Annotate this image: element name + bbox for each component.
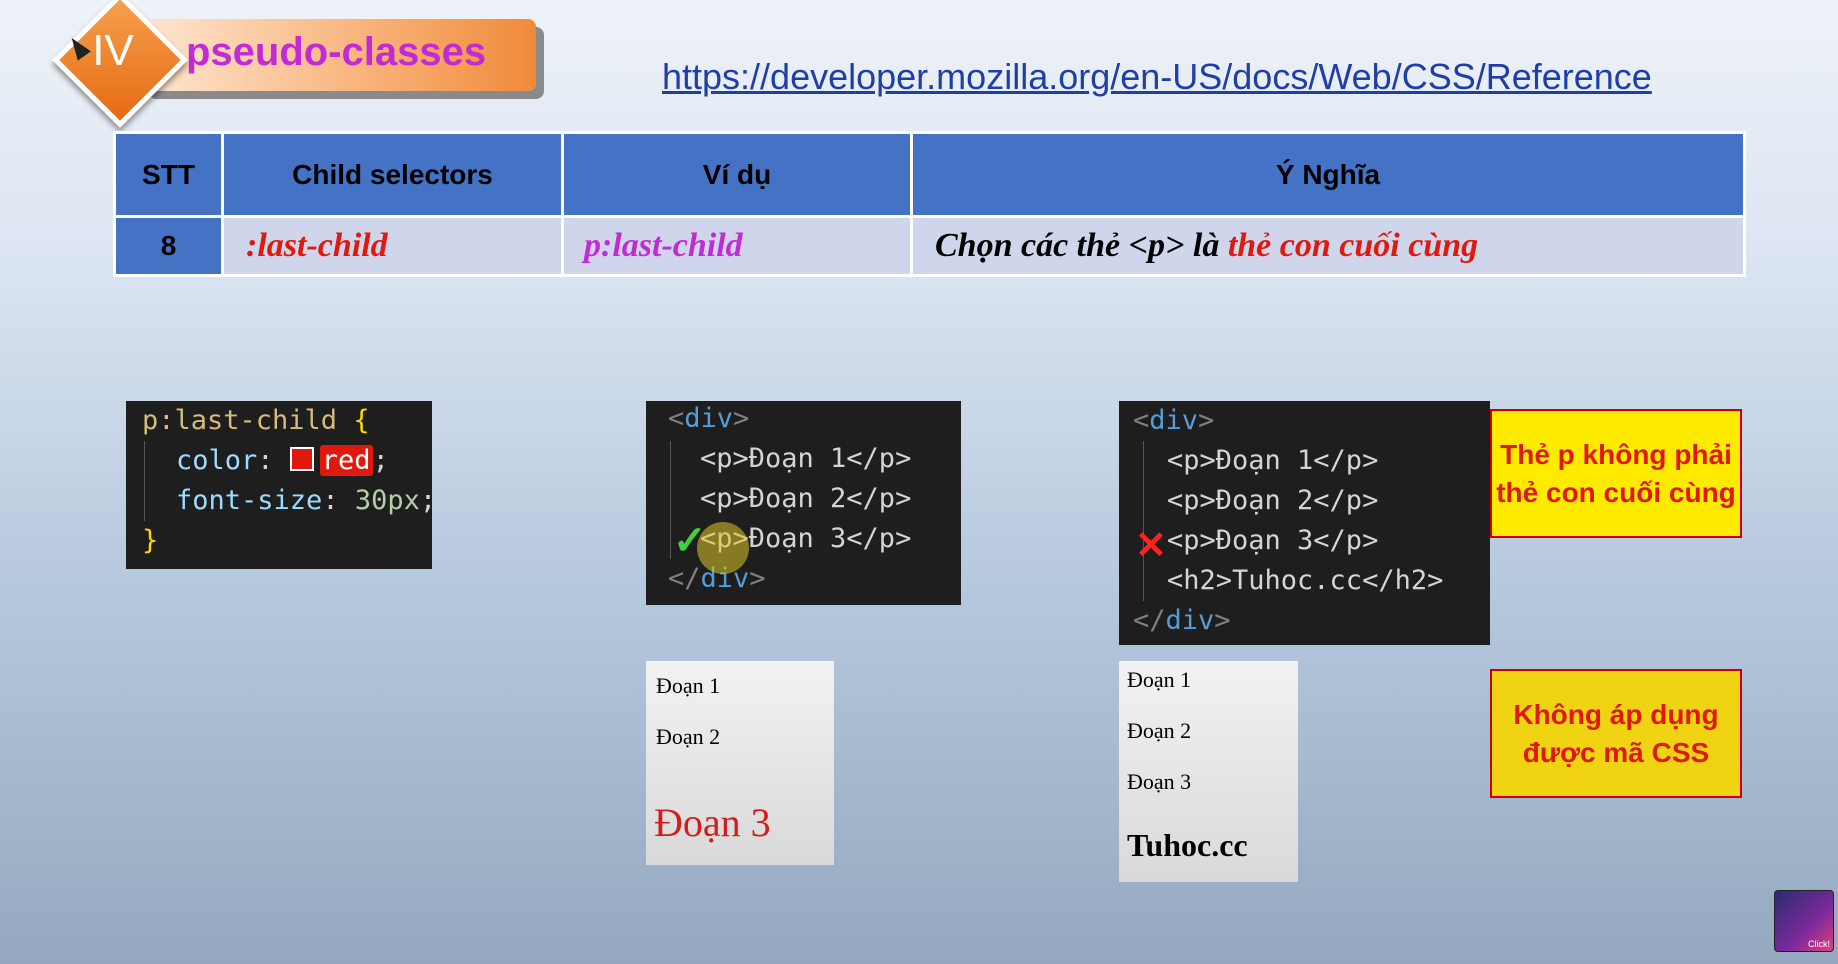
code-line: <p>Đoạn 1</p> (700, 443, 912, 474)
cell-meaning: Chọn các thẻ <p> là thẻ con cuối cùng (910, 215, 1746, 277)
note-css-not-applied: Không áp dụng được mã CSS (1490, 669, 1742, 798)
cross-icon: ✕ (1135, 525, 1167, 567)
color-swatch-icon (289, 447, 314, 471)
html-code-block-2: <div> <p>Đoạn 1</p> <p>Đoạn 2</p> <p>Đoạ… (1119, 401, 1490, 645)
channel-avatar[interactable]: Click! (1774, 890, 1834, 952)
code-line: <p>Đoạn 2</p> (700, 483, 912, 514)
code-brace: } (142, 525, 159, 556)
css-code-block: p:last-child { color: red; font-size: 30… (126, 401, 436, 569)
css-property: color (176, 445, 258, 476)
preview-paragraph-styled: Đoạn 3 (654, 800, 771, 845)
check-icon: ✓ (673, 519, 707, 563)
table-header-row: STT Child selectors Ví dụ Ý Nghĩa (113, 131, 1746, 218)
cell-selector: :last-child (221, 215, 564, 277)
preview-paragraph: Đoạn 1 (1127, 667, 1192, 692)
code-line: font-size: 30px; (176, 485, 437, 516)
selector-table: STT Child selectors Ví dụ Ý Nghĩa 8 :las… (113, 131, 1746, 277)
indent-guide (670, 441, 671, 559)
meaning-highlight: thẻ con cuối cùng (1227, 227, 1479, 264)
html-code-block-1: <div> <p>Đoạn 1</p> <p>Đoạn 2</p> <p>Đoạ… (646, 401, 961, 605)
css-property: font-size (176, 485, 323, 516)
table-row: 8 :last-child p:last-child Chọn các thẻ … (113, 215, 1746, 277)
preview-heading: Tuhoc.cc (1127, 827, 1248, 863)
cell-example: p:last-child (561, 215, 913, 277)
header-meaning: Ý Nghĩa (910, 131, 1746, 218)
code-line: } (142, 525, 158, 556)
code-line: <div> (1133, 405, 1215, 436)
preview-paragraph: Đoạn 2 (656, 724, 721, 749)
header-stt: STT (113, 131, 224, 218)
header-example: Ví dụ (561, 131, 913, 218)
indent-guide (1143, 441, 1144, 601)
note-not-last-child: Thẻ p không phải thẻ con cuối cùng (1490, 409, 1742, 538)
preview-box-2: Đoạn 1 Đoạn 2 Đoạn 3 Tuhoc.cc (1119, 661, 1298, 882)
css-selector: p:last-child (142, 405, 338, 436)
code-line: <h2>Tuhoc.cc</h2> (1167, 565, 1444, 596)
reference-link[interactable]: https://developer.mozilla.org/en-US/docs… (662, 56, 1652, 98)
code-line: </div> (1133, 605, 1231, 636)
code-line: <div> (668, 403, 750, 434)
preview-paragraph: Đoạn 2 (1127, 718, 1192, 743)
avatar-label: Click! (1808, 939, 1830, 949)
preview-box-1: Đoạn 1 Đoạn 2 Đoạn 3 (646, 661, 834, 865)
code-brace: { (353, 405, 370, 436)
code-line: <p>Đoạn 3</p> (1167, 525, 1379, 556)
cell-stt: 8 (113, 215, 224, 277)
section-title: pseudo-classes (186, 30, 487, 74)
meaning-prefix: Chọn các thẻ <p> là (935, 227, 1228, 264)
indent-guide (144, 441, 145, 521)
code-line: <p>Đoạn 2</p> (1167, 485, 1379, 516)
preview-paragraph: Đoạn 3 (1127, 769, 1192, 794)
preview-paragraph: Đoạn 1 (656, 673, 721, 698)
header-child-selectors: Child selectors (221, 131, 564, 218)
code-line: <p>Đoạn 1</p> (1167, 445, 1379, 476)
css-value: red (319, 445, 373, 476)
code-line: color: red; (176, 445, 389, 476)
css-value: 30px (354, 485, 420, 516)
code-line: p:last-child { (142, 405, 370, 436)
